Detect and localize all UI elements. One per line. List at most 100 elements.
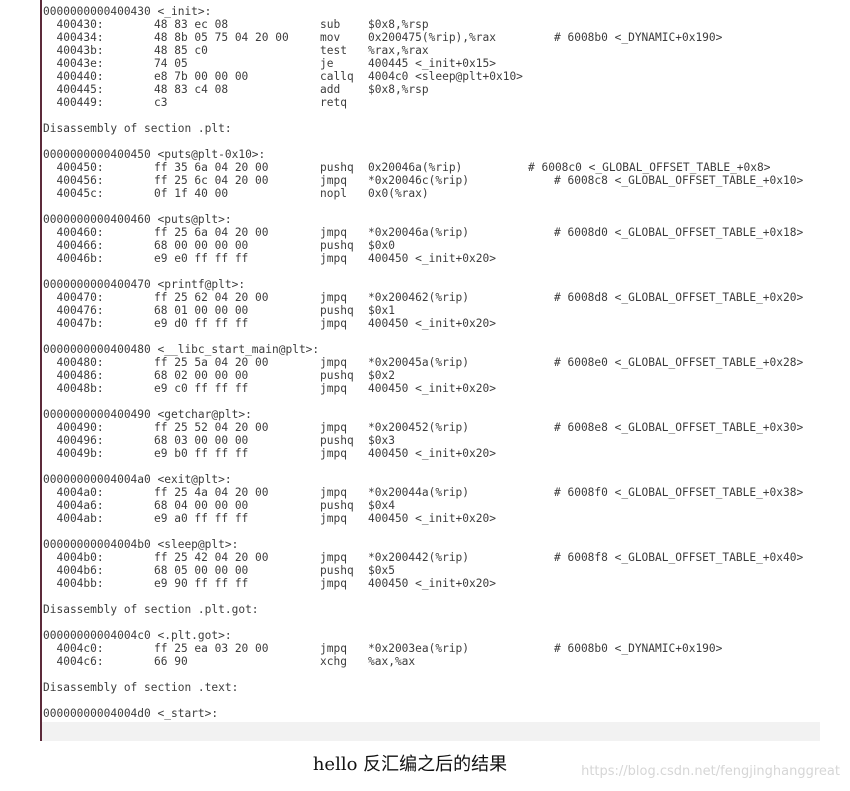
address-text: 4004a0: [43, 486, 104, 499]
disassembly-line: 400450: ff 35 6a 04 20 00 pushq 0x20046a(%r… [43, 161, 850, 174]
disassembly-line: 400460: ff 25 6a 04 20 00 jmpq *0x20046a(%r… [43, 226, 850, 239]
operands-text: 400450 <_init+0x20> [368, 577, 496, 590]
bytes-text: ff 25 5a 04 20 00 [154, 356, 269, 369]
disassembly-line: 0000000000400480 <__libc_start_main@plt>… [43, 343, 850, 356]
address-text: 0000000000400490 <getchar@plt>: [43, 408, 252, 421]
opcode-text: add [320, 83, 341, 96]
address-text: 400470: [43, 291, 104, 304]
operands-text: *0x20045a(%rip) [368, 356, 470, 369]
operands-text: $0x8,%rsp [368, 18, 429, 31]
operands-text: $0x0 [368, 239, 395, 252]
disassembly-line: 40043b: 48 85 c0 test %rax,%rax [43, 44, 850, 57]
disassembly-line: 4004ab: e9 a0 ff ff ff jmpq 400450 <_init+0… [43, 512, 850, 525]
bytes-text: 48 8b 05 75 04 20 00 [154, 31, 289, 44]
operands-text: *0x20044a(%rip) [368, 486, 470, 499]
address-text: 00000000004004c0 <.plt.got>: [43, 629, 232, 642]
address-text: Disassembly of section .text: [43, 681, 239, 694]
disassembly-line: Disassembly of section .plt.got: [43, 603, 850, 616]
disassembly-line: 400430: 48 83 ec 08 sub $0x8,%rsp [43, 18, 850, 31]
address-text: 400496: [43, 434, 104, 447]
operands-text: %rax,%rax [368, 44, 429, 57]
opcode-text: jmpq [320, 317, 347, 330]
opcode-text: pushq [320, 304, 354, 317]
comment-text: # 6008d8 <_GLOBAL_OFFSET_TABLE_+0x20> [554, 291, 804, 304]
disassembly-line: 40043e: 74 05 je 400445 <_init+0x15> [43, 57, 850, 70]
opcode-text: pushq [320, 564, 354, 577]
opcode-text: jmpq [320, 382, 347, 395]
address-text: 400480: [43, 356, 104, 369]
disassembly-line: 400456: ff 25 6c 04 20 00 jmpq *0x20046c(%r… [43, 174, 850, 187]
disassembly-line: 40045c: 0f 1f 40 00 nopl 0x0(%rax) [43, 187, 850, 200]
opcode-text: pushq [320, 239, 354, 252]
bytes-text: c3 [154, 96, 168, 109]
bytes-text: e9 b0 ff ff ff [154, 447, 249, 460]
terminal-bottom-bar [42, 722, 820, 741]
bytes-text: 0f 1f 40 00 [154, 187, 229, 200]
operands-text: %ax,%ax [368, 655, 416, 668]
opcode-text: jmpq [320, 356, 347, 369]
address-text: 0000000000400430 <_init>: [43, 5, 212, 18]
disassembly-line [43, 616, 850, 629]
opcode-text: jmpq [320, 226, 347, 239]
bytes-text: ff 25 6c 04 20 00 [154, 174, 269, 187]
address-text: 40045c: [43, 187, 104, 200]
operands-text: 400450 <_init+0x20> [368, 512, 496, 525]
bytes-text: ff 25 62 04 20 00 [154, 291, 269, 304]
disassembly-line [43, 265, 850, 278]
operands-text: $0x2 [368, 369, 395, 382]
disassembly-line: Disassembly of section .text: [43, 681, 850, 694]
opcode-text: jmpq [320, 551, 347, 564]
address-text: 00000000004004b0 <sleep@plt>: [43, 538, 239, 551]
opcode-text: callq [320, 70, 354, 83]
comment-text: # 6008f8 <_GLOBAL_OFFSET_TABLE_+0x40> [554, 551, 804, 564]
bytes-text: 68 02 00 00 00 [154, 369, 249, 382]
operands-text: *0x20046a(%rip) [368, 226, 470, 239]
address-text: 40049b: [43, 447, 104, 460]
address-text: 400466: [43, 239, 104, 252]
opcode-text: retq [320, 96, 347, 109]
operands-text: 400450 <_init+0x20> [368, 447, 496, 460]
address-text: 400460: [43, 226, 104, 239]
terminal-left-border [40, 0, 42, 741]
comment-text: # 6008f0 <_GLOBAL_OFFSET_TABLE_+0x38> [554, 486, 804, 499]
disassembly-line: 00000000004004a0 <exit@plt>: [43, 473, 850, 486]
disassembly-line: 4004c0: ff 25 ea 03 20 00 jmpq *0x2003ea(%r… [43, 642, 850, 655]
disassembly-line: 400480: ff 25 5a 04 20 00 jmpq *0x20045a(%r… [43, 356, 850, 369]
disassembly-line: 400476: 68 01 00 00 00 pushq $0x1 [43, 304, 850, 317]
comment-text: # 6008c0 <_GLOBAL_OFFSET_TABLE_+0x8> [528, 161, 771, 174]
opcode-text: jmpq [320, 642, 347, 655]
address-text: 0000000000400470 <printf@plt>: [43, 278, 246, 291]
watermark: https://blog.csdn.net/fengjinghanggreat [581, 764, 840, 779]
bytes-text: ff 25 4a 04 20 00 [154, 486, 269, 499]
bytes-text: ff 25 42 04 20 00 [154, 551, 269, 564]
operands-text: $0x1 [368, 304, 395, 317]
bytes-text: 68 00 00 00 00 [154, 239, 249, 252]
operands-text: 4004c0 <sleep@plt+0x10> [368, 70, 523, 83]
operands-text: 0x0(%rax) [368, 187, 429, 200]
bytes-text: 48 83 ec 08 [154, 18, 229, 31]
bytes-text: e9 e0 ff ff ff [154, 252, 249, 265]
disassembly-line: 400440: e8 7b 00 00 00 callq 4004c0 <sleep@… [43, 70, 850, 83]
bytes-text: ff 35 6a 04 20 00 [154, 161, 269, 174]
opcode-text: mov [320, 31, 341, 44]
operands-text: *0x200462(%rip) [368, 291, 470, 304]
opcode-text: jmpq [320, 291, 347, 304]
disassembly-line: 0000000000400430 <_init>: [43, 5, 850, 18]
bytes-text: 68 04 00 00 00 [154, 499, 249, 512]
address-text: 400450: [43, 161, 104, 174]
disassembly-line: 00000000004004b0 <sleep@plt>: [43, 538, 850, 551]
address-text: 400486: [43, 369, 104, 382]
disassembly-line [43, 135, 850, 148]
address-text: 4004ab: [43, 512, 104, 525]
opcode-text: jmpq [320, 252, 347, 265]
address-text: 400445: [43, 83, 104, 96]
bytes-text: 66 90 [154, 655, 188, 668]
address-text: 400430: [43, 18, 104, 31]
address-text: 4004bb: [43, 577, 104, 590]
comment-text: # 6008b0 <_DYNAMIC+0x190> [554, 642, 723, 655]
bytes-text: e9 d0 ff ff ff [154, 317, 249, 330]
disassembly-line: 400434: 48 8b 05 75 04 20 00 mov 0x200475(%… [43, 31, 850, 44]
operands-text: *0x200442(%rip) [368, 551, 470, 564]
bytes-text: 74 05 [154, 57, 188, 70]
bytes-text: e9 a0 ff ff ff [154, 512, 249, 525]
